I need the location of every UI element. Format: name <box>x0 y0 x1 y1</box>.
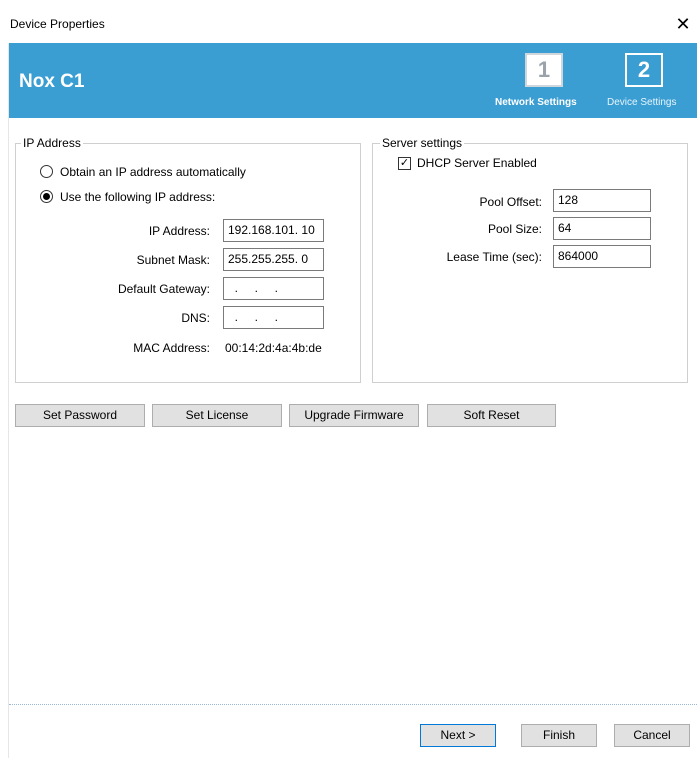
next-button[interactable]: Next > <box>420 724 496 747</box>
step-1-label[interactable]: Network Settings <box>495 97 577 108</box>
default-gateway-label: Default Gateway: <box>117 282 210 296</box>
subnet-mask-field[interactable]: 255.255.255. 0 <box>223 248 324 271</box>
close-icon[interactable]: ✕ <box>672 12 694 36</box>
radio-selected-dot <box>43 193 50 200</box>
set-password-button[interactable]: Set Password <box>15 404 145 427</box>
soft-reset-button[interactable]: Soft Reset <box>427 404 556 427</box>
step-2-icon[interactable]: 2 <box>625 53 663 87</box>
set-license-button[interactable]: Set License <box>152 404 282 427</box>
obtain-auto-label[interactable]: Obtain an IP address automatically <box>60 165 246 179</box>
dns-label: DNS: <box>181 311 210 325</box>
ip-address-label: IP Address: <box>148 224 210 238</box>
ip-address-field[interactable]: 192.168.101. 10 <box>223 219 324 242</box>
use-following-label[interactable]: Use the following IP address: <box>60 190 215 204</box>
device-name: Nox C1 <box>19 71 85 92</box>
subnet-mask-label: Subnet Mask: <box>136 253 210 267</box>
finish-button[interactable]: Finish <box>521 724 597 747</box>
lease-time-field[interactable]: 864000 <box>553 245 651 268</box>
pool-size-label: Pool Size: <box>487 222 542 236</box>
lease-time-label: Lease Time (sec): <box>446 250 542 264</box>
pool-size-field[interactable]: 64 <box>553 217 651 240</box>
window-title: Device Properties <box>10 17 105 31</box>
step-2-label[interactable]: Device Settings <box>607 97 676 108</box>
default-gateway-field[interactable]: . . . <box>223 277 324 300</box>
step-1-icon[interactable]: 1 <box>525 53 563 87</box>
header-banner <box>9 43 697 118</box>
cancel-button[interactable]: Cancel <box>614 724 690 747</box>
mac-address-label: MAC Address: <box>133 341 210 355</box>
pool-offset-label: Pool Offset: <box>479 195 542 209</box>
mac-address-value: 00:14:2d:4a:4b:de <box>225 341 322 355</box>
server-settings-legend: Server settings <box>380 136 465 150</box>
window-edge <box>8 43 9 758</box>
dhcp-enabled-label[interactable]: DHCP Server Enabled <box>417 156 537 170</box>
pool-offset-field[interactable]: 128 <box>553 189 651 212</box>
use-following-radio[interactable] <box>40 190 53 203</box>
ip-address-legend: IP Address <box>21 136 83 150</box>
upgrade-firmware-button[interactable]: Upgrade Firmware <box>289 404 419 427</box>
obtain-auto-radio[interactable] <box>40 165 53 178</box>
dhcp-enabled-checkbox[interactable]: ✓ <box>398 157 411 170</box>
dns-field[interactable]: . . . <box>223 306 324 329</box>
footer-separator <box>9 704 697 705</box>
